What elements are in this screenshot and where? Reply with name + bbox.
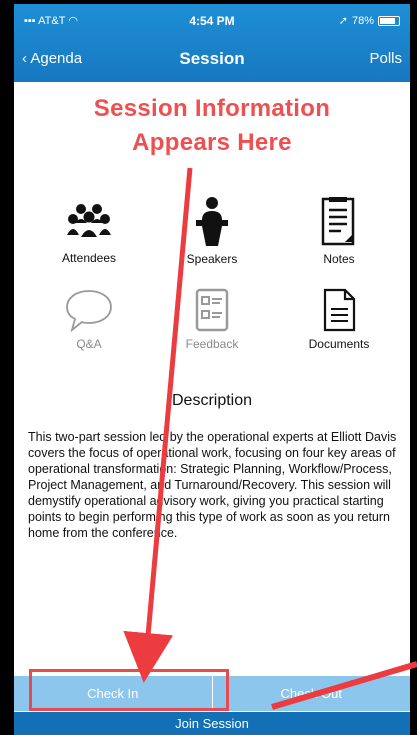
polls-button[interactable]: Polls [369, 50, 402, 67]
tile-feedback[interactable]: Feedback [157, 287, 267, 351]
battery-indicator: ➚ 78% [339, 14, 400, 27]
join-session-button[interactable]: Join Session [14, 712, 410, 735]
tile-documents[interactable]: Documents [284, 287, 394, 351]
speech-bubble-icon [66, 290, 112, 333]
check-in-button[interactable]: Check In [14, 676, 212, 711]
feedback-form-icon [195, 288, 229, 332]
tile-attendees[interactable]: Attendees [34, 199, 144, 265]
description-heading: Description [171, 392, 253, 409]
tile-notes[interactable]: Notes [284, 196, 394, 266]
nav-bar: ‹ Agenda Session Polls [14, 44, 410, 74]
location-arrow-icon: ➚ [338, 15, 348, 27]
check-buttons-row: Check In Check Out [14, 676, 410, 711]
annotation-caption: Session Information Appears Here [93, 95, 331, 156]
top-bar: ▪▪▪ AT&T ◠ 4:54 PM ➚ 78% ‹ Agenda Sessio… [14, 4, 410, 82]
tile-qa[interactable]: Q&A [34, 287, 144, 351]
battery-icon [378, 15, 400, 26]
tile-speakers[interactable]: Speakers [157, 196, 267, 266]
check-out-button[interactable]: Check Out [211, 676, 410, 711]
status-bar: ▪▪▪ AT&T ◠ 4:54 PM ➚ 78% [14, 8, 410, 32]
description-text: This two-part session led by the operati… [28, 430, 397, 540]
phone-screen: ▪▪▪ AT&T ◠ 4:54 PM ➚ 78% ‹ Agenda Sessio… [14, 4, 410, 735]
page-title: Session [179, 49, 245, 68]
document-icon [323, 288, 356, 332]
speaker-podium-icon [196, 197, 228, 246]
attendees-icon [67, 204, 111, 237]
notes-icon [321, 197, 355, 246]
